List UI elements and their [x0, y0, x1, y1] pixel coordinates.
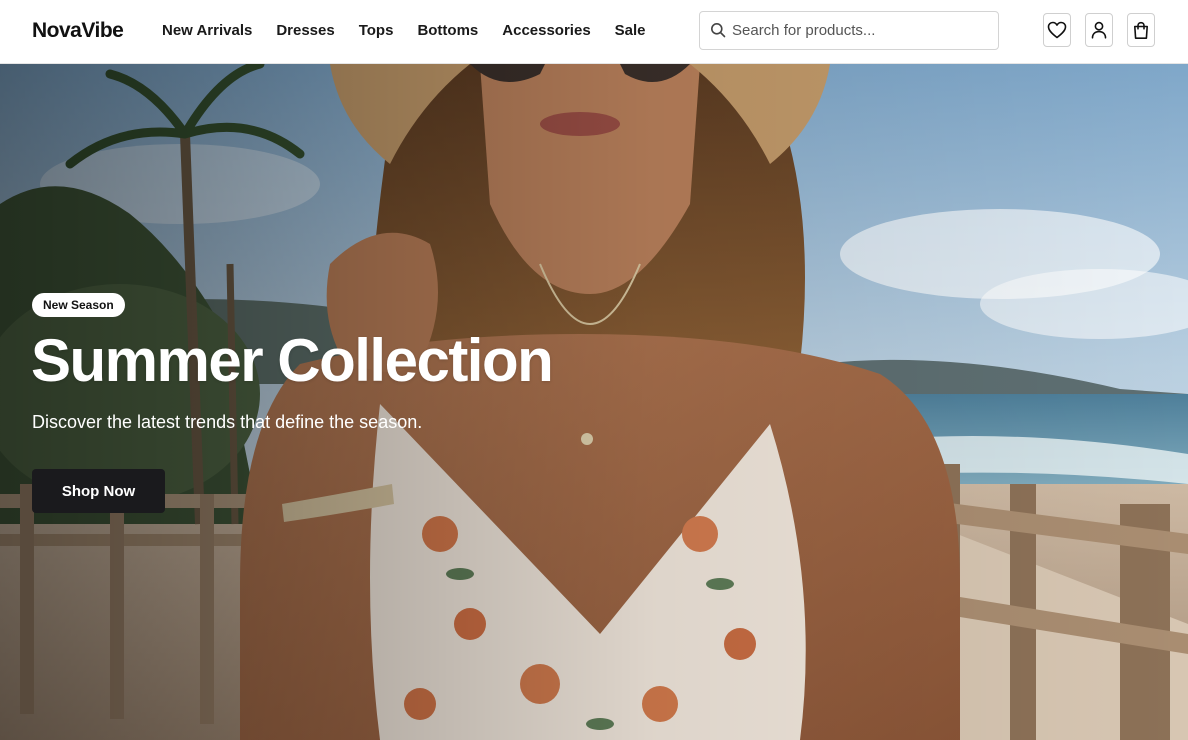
- shop-now-button[interactable]: Shop Now: [32, 469, 165, 513]
- user-icon: [1091, 21, 1107, 39]
- hero-title: Summer Collection: [31, 327, 554, 394]
- wishlist-button[interactable]: [1043, 13, 1071, 47]
- main-nav: New Arrivals Dresses Tops Bottoms Access…: [162, 22, 670, 39]
- nav-item-sale[interactable]: Sale: [615, 22, 646, 39]
- search-input[interactable]: [732, 12, 994, 49]
- nav-item-dresses[interactable]: Dresses: [276, 22, 334, 39]
- account-button[interactable]: [1085, 13, 1113, 47]
- nav-item-tops[interactable]: Tops: [359, 22, 394, 39]
- search-box[interactable]: [699, 11, 999, 50]
- hero-banner: New Season Summer Collection Discover th…: [0, 64, 1188, 740]
- hero-subtitle: Discover the latest trends that define t…: [32, 412, 423, 432]
- site-header: NovaVibe New Arrivals Dresses Tops Botto…: [0, 0, 1188, 64]
- brand-logo[interactable]: NovaVibe: [32, 19, 124, 43]
- nav-item-new-arrivals[interactable]: New Arrivals: [162, 22, 252, 39]
- shopping-bag-icon: [1134, 21, 1148, 39]
- nav-item-bottoms[interactable]: Bottoms: [417, 22, 478, 39]
- nav-item-accessories[interactable]: Accessories: [502, 22, 590, 39]
- cart-button[interactable]: [1127, 13, 1155, 47]
- heart-icon: [1047, 21, 1067, 39]
- hero-photo: [0, 64, 1188, 740]
- search-icon: [711, 23, 726, 38]
- new-season-badge: New Season: [32, 293, 125, 317]
